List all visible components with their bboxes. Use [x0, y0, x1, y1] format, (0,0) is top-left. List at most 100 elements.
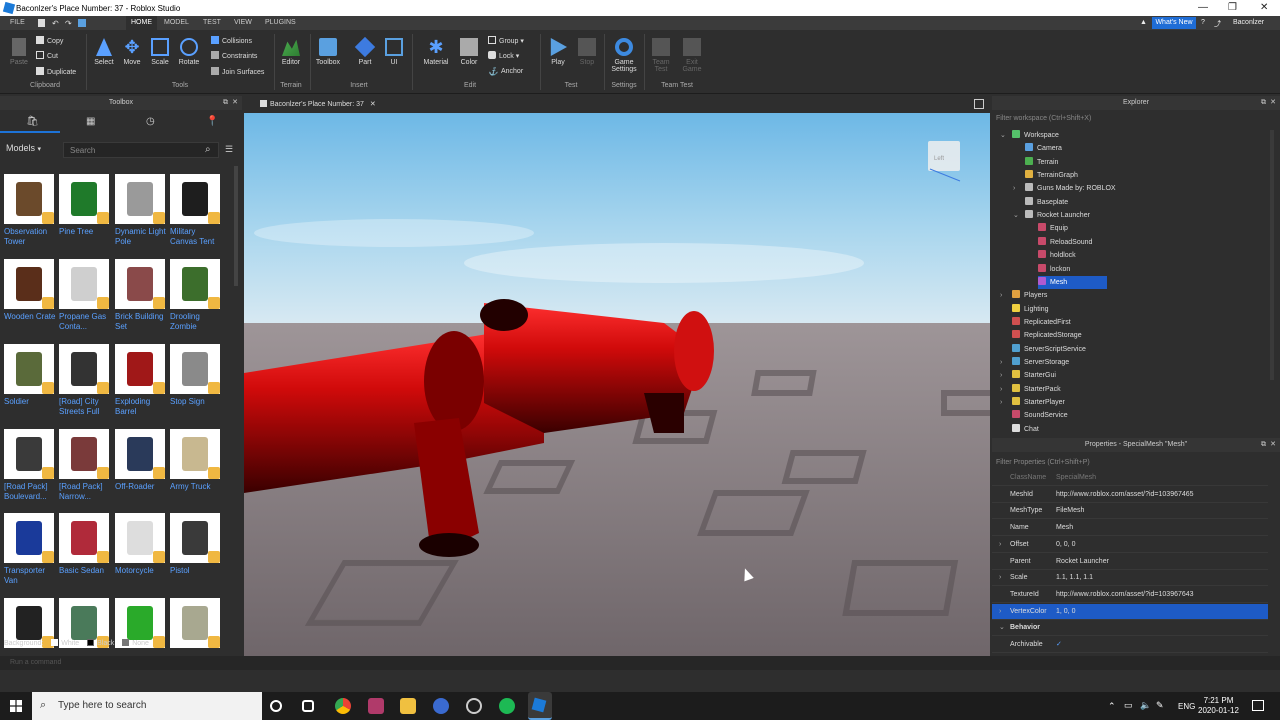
- tab-creations[interactable]: 📍: [180, 111, 240, 133]
- fullscreen-icon[interactable]: [974, 99, 984, 109]
- property-value[interactable]: SpecialMesh: [1056, 470, 1096, 486]
- explorer-item[interactable]: Mesh: [1038, 275, 1108, 289]
- explorer-scrollbar[interactable]: [1270, 130, 1274, 380]
- chevron-right-icon[interactable]: ›: [1000, 356, 1002, 369]
- volume-icon[interactable]: 🔈: [1140, 700, 1151, 711]
- property-value[interactable]: Rocket Launcher: [1056, 554, 1109, 570]
- property-row[interactable]: Parent Rocket Launcher: [992, 554, 1268, 570]
- app-icon[interactable]: [433, 698, 449, 714]
- chevron-down-icon[interactable]: ⌄: [999, 620, 1005, 636]
- collisions-toggle[interactable]: Collisions: [211, 36, 252, 45]
- notifications-icon[interactable]: [1252, 700, 1264, 711]
- undock-icon[interactable]: ⧉: [1261, 96, 1266, 110]
- material-button[interactable]: ✱ Material: [420, 34, 452, 66]
- explorer-item[interactable]: Lighting: [1012, 303, 1049, 316]
- rotate-tool-button[interactable]: Rotate: [176, 34, 202, 66]
- whats-new-button[interactable]: What's New: [1152, 17, 1196, 29]
- command-bar-input[interactable]: Run a command: [0, 656, 1280, 670]
- tab-recent[interactable]: ◷: [120, 111, 180, 133]
- explorer-item[interactable]: › StarterGui: [1000, 369, 1056, 382]
- explorer-item[interactable]: › Players: [1000, 289, 1047, 302]
- tab-model[interactable]: MODEL: [164, 19, 189, 26]
- file-explorer-icon[interactable]: [400, 698, 416, 714]
- help-icon[interactable]: ?: [1201, 19, 1205, 26]
- property-row[interactable]: › Scale 1.1, 1.1, 1.1: [992, 570, 1268, 587]
- toolbox-button[interactable]: Toolbox: [313, 34, 343, 66]
- taskbar-search-input[interactable]: Type here to search ⌕: [32, 692, 262, 720]
- join-surfaces-toggle[interactable]: Join Surfaces: [211, 67, 264, 76]
- undock-icon[interactable]: ⧉: [1261, 438, 1266, 452]
- scene-canvas[interactable]: Left: [244, 113, 990, 656]
- share-icon[interactable]: ⤴: [1214, 19, 1221, 29]
- ui-button[interactable]: UI: [382, 34, 406, 66]
- anchor-button[interactable]: ⚓ Anchor: [488, 67, 523, 76]
- toolbox-item[interactable]: Exploding Barrel: [115, 344, 169, 417]
- terrain-editor-button[interactable]: Editor: [278, 34, 304, 66]
- explorer-item[interactable]: ServerScriptService: [1012, 343, 1086, 356]
- explorer-item[interactable]: › StarterPack: [1000, 383, 1061, 396]
- toolbox-item[interactable]: Basic Sedan: [59, 513, 113, 576]
- explorer-item[interactable]: Equip: [1038, 222, 1068, 235]
- pen-icon[interactable]: ✎: [1156, 700, 1164, 711]
- property-row[interactable]: MeshType FileMesh: [992, 503, 1268, 520]
- property-row[interactable]: MeshId http://www.roblox.com/asset/?id=10…: [992, 487, 1268, 503]
- chevron-right-icon[interactable]: ›: [1000, 383, 1002, 396]
- bg-none-option[interactable]: None: [116, 639, 149, 647]
- explorer-item[interactable]: Camera: [1025, 142, 1062, 155]
- constraints-toggle[interactable]: Constraints: [211, 51, 257, 60]
- explorer-item[interactable]: Terrain: [1025, 156, 1058, 169]
- toolbox-item[interactable]: Drooling Zombie: [170, 259, 224, 332]
- toolbox-item[interactable]: Observation Tower: [4, 174, 58, 247]
- tab-inventory[interactable]: ▦: [60, 111, 120, 133]
- explorer-item[interactable]: › StarterPlayer: [1000, 396, 1065, 409]
- explorer-item[interactable]: lockon: [1038, 263, 1070, 276]
- explorer-item[interactable]: TerrainGraph: [1025, 169, 1078, 182]
- property-row[interactable]: Archivable ✓: [992, 637, 1268, 653]
- chevron-right-icon[interactable]: ›: [1000, 396, 1002, 409]
- toolbox-item[interactable]: Soldier: [4, 344, 58, 407]
- save-icon[interactable]: [78, 19, 86, 27]
- toolbox-item[interactable]: Pine Tree: [59, 174, 113, 237]
- bg-black-option[interactable]: Black: [81, 639, 114, 647]
- explorer-item[interactable]: holdlock: [1038, 249, 1076, 262]
- new-file-icon[interactable]: [38, 19, 45, 27]
- color-button[interactable]: Color: [456, 34, 482, 66]
- toolbox-item[interactable]: [Road Pack] Narrow...: [59, 429, 113, 502]
- chevron-right-icon[interactable]: ›: [1000, 289, 1002, 302]
- tab-marketplace[interactable]: 🛍: [0, 111, 60, 133]
- cut-button[interactable]: Cut: [36, 51, 58, 60]
- lock-button[interactable]: Lock ▾: [488, 51, 519, 60]
- toolbox-item[interactable]: [170, 598, 224, 651]
- cortana-icon[interactable]: [270, 700, 282, 712]
- copy-button[interactable]: Copy: [36, 36, 63, 45]
- explorer-item[interactable]: ⌄ Workspace: [1000, 129, 1059, 142]
- chevron-down-icon[interactable]: ⌄: [1013, 209, 1019, 222]
- duplicate-button[interactable]: Duplicate: [36, 67, 76, 76]
- property-row[interactable]: Name Mesh: [992, 520, 1268, 537]
- close-window-button[interactable]: ✕: [1260, 2, 1268, 13]
- task-view-icon[interactable]: [302, 700, 314, 712]
- explorer-item[interactable]: ReloadSound: [1038, 236, 1092, 249]
- explorer-item[interactable]: ⌄ Rocket Launcher: [1013, 209, 1090, 222]
- explorer-item[interactable]: ReplicatedStorage: [1012, 329, 1082, 342]
- toolbox-item[interactable]: Motorcycle: [115, 513, 169, 576]
- select-tool-button[interactable]: Select: [91, 34, 117, 66]
- toolbox-item[interactable]: Military Canvas Tent: [170, 174, 224, 247]
- explorer-item[interactable]: › Guns Made by: ROBLOX: [1013, 182, 1116, 195]
- close-tab-icon[interactable]: ✕: [370, 101, 376, 108]
- discord-icon[interactable]: [368, 698, 384, 714]
- toolbox-item[interactable]: Stop Sign: [170, 344, 224, 407]
- close-panel-icon[interactable]: ✕: [1270, 438, 1276, 452]
- tab-place[interactable]: Baconlzer's Place Number: 37 ✕: [252, 96, 384, 113]
- toolbox-item[interactable]: Dynamic Light Pole: [115, 174, 169, 247]
- explorer-item[interactable]: Baseplate: [1025, 196, 1068, 209]
- chevron-right-icon[interactable]: ›: [999, 537, 1001, 553]
- clock[interactable]: 7:21 PM 2020-01-12: [1198, 696, 1239, 716]
- close-panel-icon[interactable]: ✕: [232, 96, 238, 110]
- stop-button[interactable]: Stop: [575, 34, 599, 66]
- toolbox-item[interactable]: Propane Gas Conta...: [59, 259, 113, 332]
- steam-icon[interactable]: [466, 698, 482, 714]
- toolbox-item[interactable]: [Road Pack] Boulevard...: [4, 429, 58, 502]
- property-value[interactable]: 0, 0, 0: [1056, 537, 1075, 553]
- game-settings-button[interactable]: Game Settings: [607, 34, 641, 73]
